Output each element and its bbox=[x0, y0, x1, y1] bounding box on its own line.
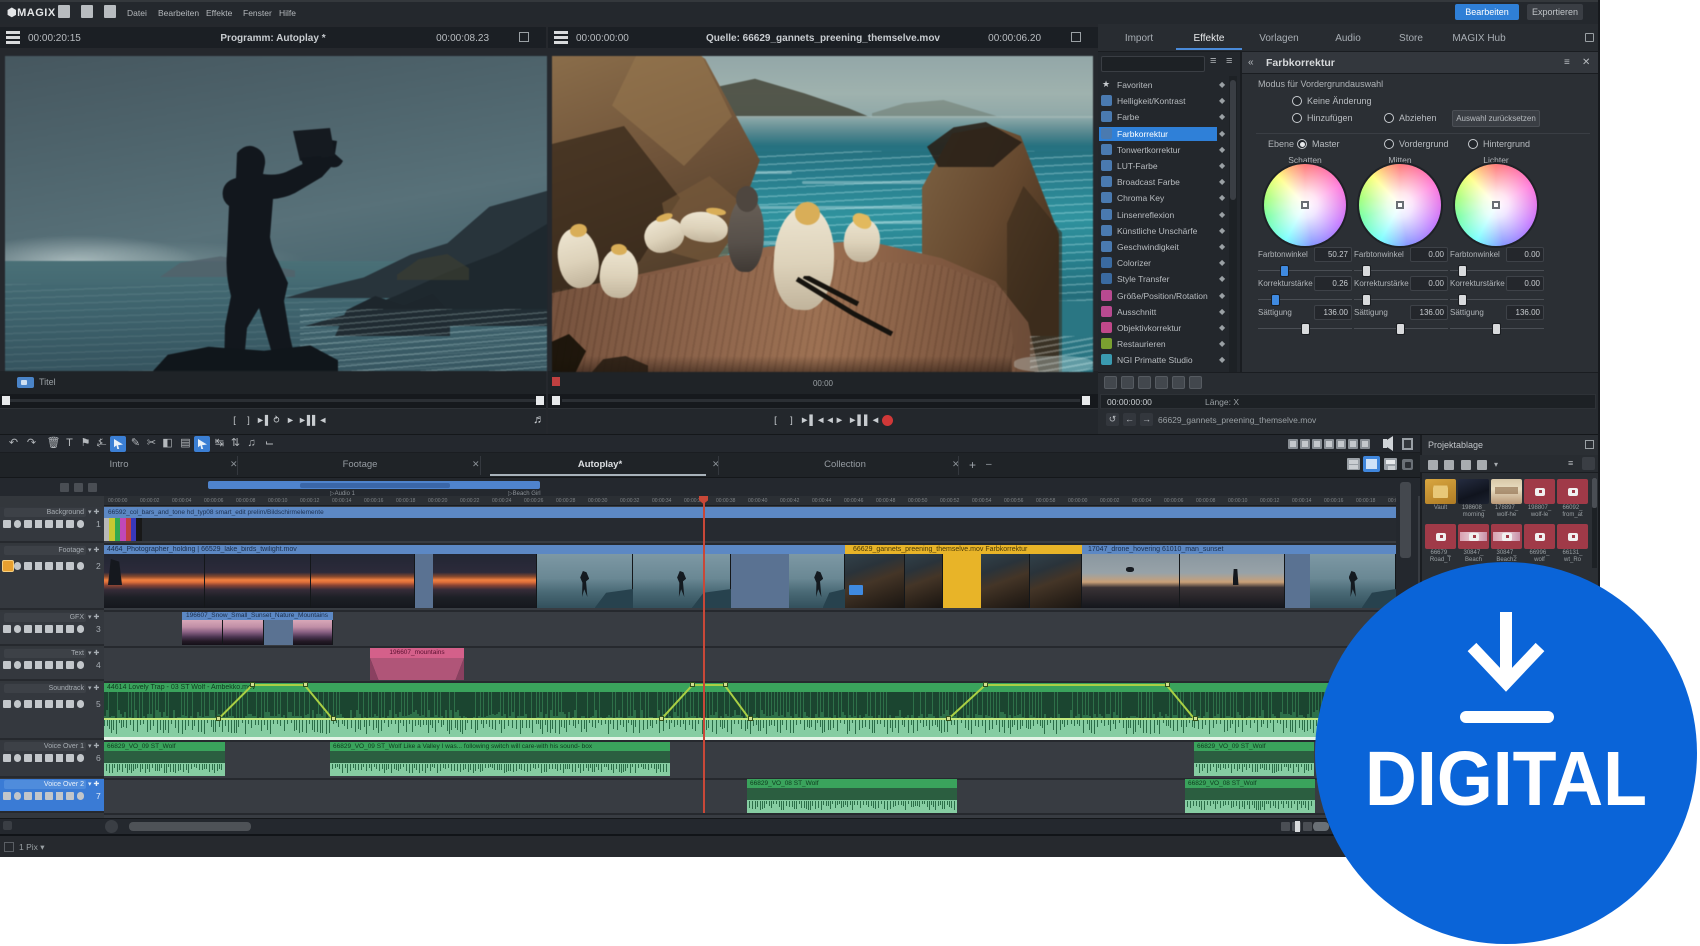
svg-text:DIGITAL: DIGITAL bbox=[1365, 736, 1647, 822]
